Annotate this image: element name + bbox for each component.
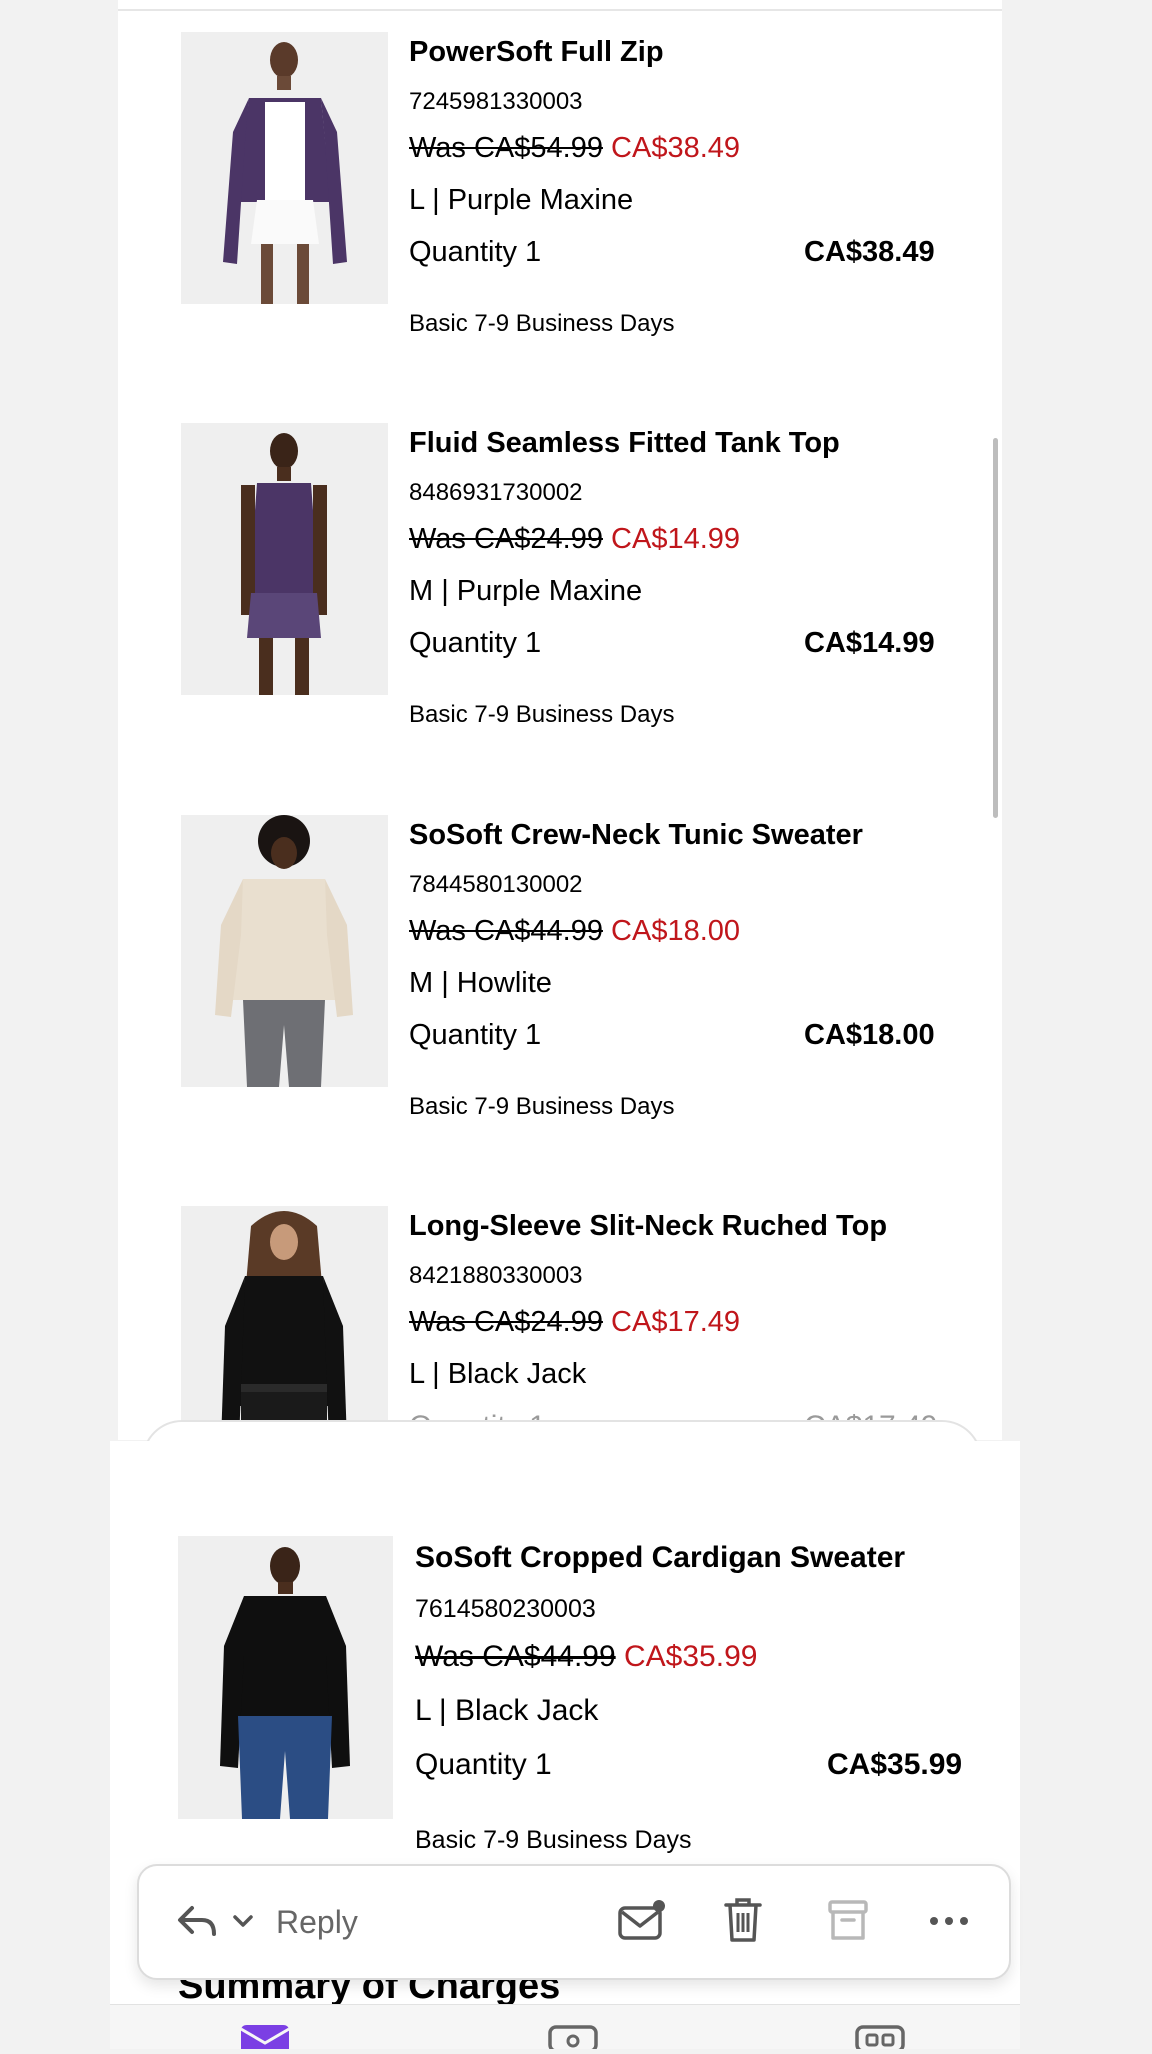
product-name[interactable]: Long-Sleeve Slit-Neck Ruched Top [409, 1210, 887, 1243]
product-image-purple-zip-jacket[interactable] [181, 32, 388, 304]
trash-icon[interactable] [723, 1896, 763, 1944]
line-total: CA$35.99 [827, 1748, 963, 1781]
product-quantity: Quantity 1 [415, 1748, 552, 1781]
tab-contacts-icon[interactable] [548, 2025, 598, 2053]
product-sku: 7614580230003 [415, 1595, 596, 1623]
shipping-method: Basic 7-9 Business Days [415, 1826, 692, 1854]
mark-unread-icon[interactable] [617, 1898, 667, 1944]
line-total: CA$18.00 [804, 1019, 935, 1051]
product-name[interactable]: PowerSoft Full Zip [409, 36, 664, 69]
tab-bar [110, 2004, 1020, 2053]
product-name[interactable]: Fluid Seamless Fitted Tank Top [409, 427, 840, 460]
product-sku: 7844580130002 [409, 871, 583, 898]
product-name[interactable]: SoSoft Cropped Cardigan Sweater [415, 1541, 905, 1575]
was-price: Was CA$24.99 [409, 1306, 603, 1338]
product-quantity: Quantity 1 [409, 1019, 542, 1051]
product-variant: L | Black Jack [415, 1694, 599, 1727]
line-total: CA$14.99 [804, 627, 935, 659]
sale-price: CA$35.99 [624, 1640, 758, 1673]
product-variant: M | Purple Maxine [409, 575, 643, 607]
product-image-black-cardigan[interactable] [178, 1536, 393, 1819]
product-name[interactable]: SoSoft Crew-Neck Tunic Sweater [409, 819, 863, 852]
product-sku: 7245981330003 [409, 88, 583, 115]
sale-price: CA$18.00 [611, 915, 741, 947]
product-image-cream-sweater[interactable] [181, 815, 388, 1087]
was-price: Was CA$24.99 [409, 523, 603, 555]
shipping-method: Basic 7-9 Business Days [409, 310, 675, 337]
price-line: Was CA$44.99 CA$35.99 [415, 1640, 757, 1674]
sale-price: CA$14.99 [611, 523, 741, 555]
was-price: Was CA$44.99 [409, 915, 603, 947]
tab-mail-icon[interactable] [237, 2025, 293, 2049]
sale-price: CA$17.49 [611, 1306, 741, 1338]
price-line: Was CA$44.99 CA$18.00 [409, 915, 740, 948]
chevron-down-icon[interactable] [232, 1912, 254, 1930]
product-sku: 8421880330003 [409, 1262, 583, 1289]
product-sku: 8486931730002 [409, 479, 583, 506]
divider [118, 9, 1002, 11]
scrollbar[interactable] [993, 438, 998, 818]
tab-apps-icon[interactable] [855, 2025, 905, 2053]
reply-icon[interactable] [176, 1902, 218, 1940]
product-image-black-top[interactable] [181, 1206, 388, 1442]
shipping-method: Basic 7-9 Business Days [409, 1093, 675, 1120]
archive-icon[interactable] [827, 1898, 869, 1942]
product-variant: L | Purple Maxine [409, 184, 634, 216]
sale-price: CA$38.49 [611, 132, 741, 164]
price-line: Was CA$54.99 CA$38.49 [409, 132, 740, 165]
price-line: Was CA$24.99 CA$17.49 [409, 1306, 740, 1339]
product-quantity: Quantity 1 [409, 627, 542, 659]
product-variant: M | Howlite [409, 967, 552, 999]
more-icon[interactable] [929, 1914, 969, 1928]
product-variant: L | Black Jack [409, 1358, 587, 1390]
product-quantity: Quantity 1 [409, 236, 542, 268]
price-line: Was CA$24.99 CA$14.99 [409, 523, 740, 556]
shipping-method: Basic 7-9 Business Days [409, 701, 675, 728]
was-price: Was CA$54.99 [409, 132, 603, 164]
reply-toolbar: Reply [137, 1864, 1011, 1980]
reply-label[interactable]: Reply [276, 1904, 358, 1941]
was-price: Was CA$44.99 [415, 1640, 616, 1673]
line-total: CA$38.49 [804, 236, 935, 268]
product-image-purple-tank-top[interactable] [181, 423, 388, 695]
